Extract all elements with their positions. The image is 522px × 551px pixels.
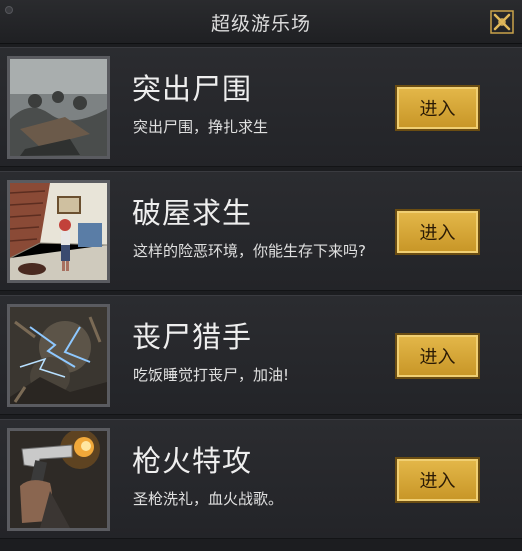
game-row: 突出尸围 突出尸围，挣扎求生 进入 xyxy=(0,47,522,167)
game-title: 枪火特攻 xyxy=(132,444,253,478)
game-row: 破屋求生 这样的险恶环境，你能生存下来吗? 进入 xyxy=(0,171,522,291)
enter-button[interactable]: 进入 xyxy=(395,333,480,379)
zombie-lightning-image xyxy=(7,304,110,407)
page-title: 超级游乐场 xyxy=(210,13,311,35)
game-description: 突出尸围，挣扎求生 xyxy=(133,118,269,136)
pistol-firing-image xyxy=(7,428,110,531)
enter-button[interactable]: 进入 xyxy=(395,209,480,255)
game-description: 吃饭睡觉打丧尸，加油! xyxy=(133,366,290,384)
game-row: 枪火特攻 圣枪洗礼，血火战歌。 进入 xyxy=(0,419,522,539)
ruined-room-girl-image xyxy=(7,180,110,283)
close-x-icon xyxy=(490,10,514,34)
enter-button[interactable]: 进入 xyxy=(395,85,480,131)
close-button[interactable] xyxy=(489,9,515,35)
enter-button[interactable]: 进入 xyxy=(395,457,480,503)
game-title: 破屋求生 xyxy=(132,196,253,230)
header-bar: 超级游乐场 xyxy=(0,0,522,44)
zombie-horde-image xyxy=(7,56,110,159)
game-description: 这样的险恶环境，你能生存下来吗? xyxy=(133,242,366,260)
game-description: 圣枪洗礼，血火战歌。 xyxy=(133,490,284,508)
game-row: 丧尸猎手 吃饭睡觉打丧尸，加油! 进入 xyxy=(0,295,522,415)
game-title: 突出尸围 xyxy=(132,72,253,106)
game-title: 丧尸猎手 xyxy=(132,320,253,354)
